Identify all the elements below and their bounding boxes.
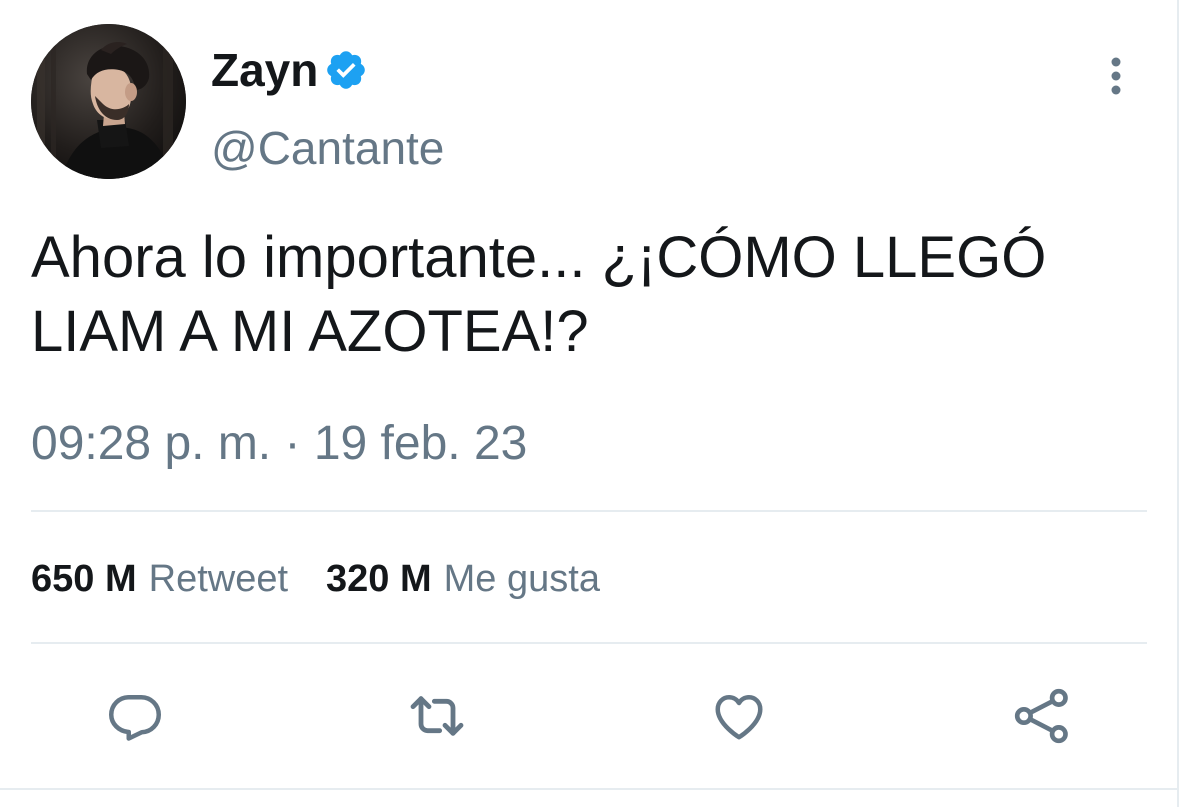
tweet-timestamp[interactable]: 09:28 p. m. · 19 feb. 23 [31, 414, 527, 474]
like-label: Me gusta [443, 558, 600, 600]
tweet-text: Ahora lo importante... ¿¡CÓMO LLEGÓ LIAM… [31, 225, 1063, 364]
like-button[interactable] [707, 684, 771, 748]
like-icon [715, 695, 763, 740]
avatar[interactable] [31, 24, 186, 179]
retweet-button[interactable] [405, 684, 469, 748]
more-vertical-icon[interactable] [1098, 55, 1134, 99]
retweet-count: 650 M [31, 558, 137, 600]
author-handle[interactable]: @Cantante [211, 118, 444, 178]
reply-icon [109, 695, 161, 741]
divider [0, 788, 1179, 790]
tweet-date: 19 feb. 23 [313, 417, 528, 470]
tweet-card: Zayn @Cantante Ahora lo importante... ¿¡… [0, 0, 1179, 807]
tweet-stats: 650 M Retweet 320 M Me gusta [31, 552, 600, 606]
profile-photo-icon [31, 24, 186, 179]
divider [31, 510, 1147, 512]
share-icon [1014, 688, 1068, 744]
retweet-stat[interactable]: 650 M Retweet [31, 552, 288, 606]
like-stat[interactable]: 320 M Me gusta [326, 552, 600, 606]
tweet-time: 09:28 p. m. [31, 417, 272, 470]
like-count: 320 M [326, 558, 432, 600]
retweet-icon [410, 696, 464, 736]
author-name-row[interactable]: Zayn [211, 40, 368, 100]
timestamp-separator: · [284, 417, 301, 470]
retweet-label: Retweet [148, 558, 289, 600]
verified-badge-icon [324, 48, 368, 92]
divider [31, 642, 1147, 644]
share-button[interactable] [1010, 684, 1074, 748]
reply-button[interactable] [103, 684, 167, 748]
display-name[interactable]: Zayn [211, 40, 318, 100]
